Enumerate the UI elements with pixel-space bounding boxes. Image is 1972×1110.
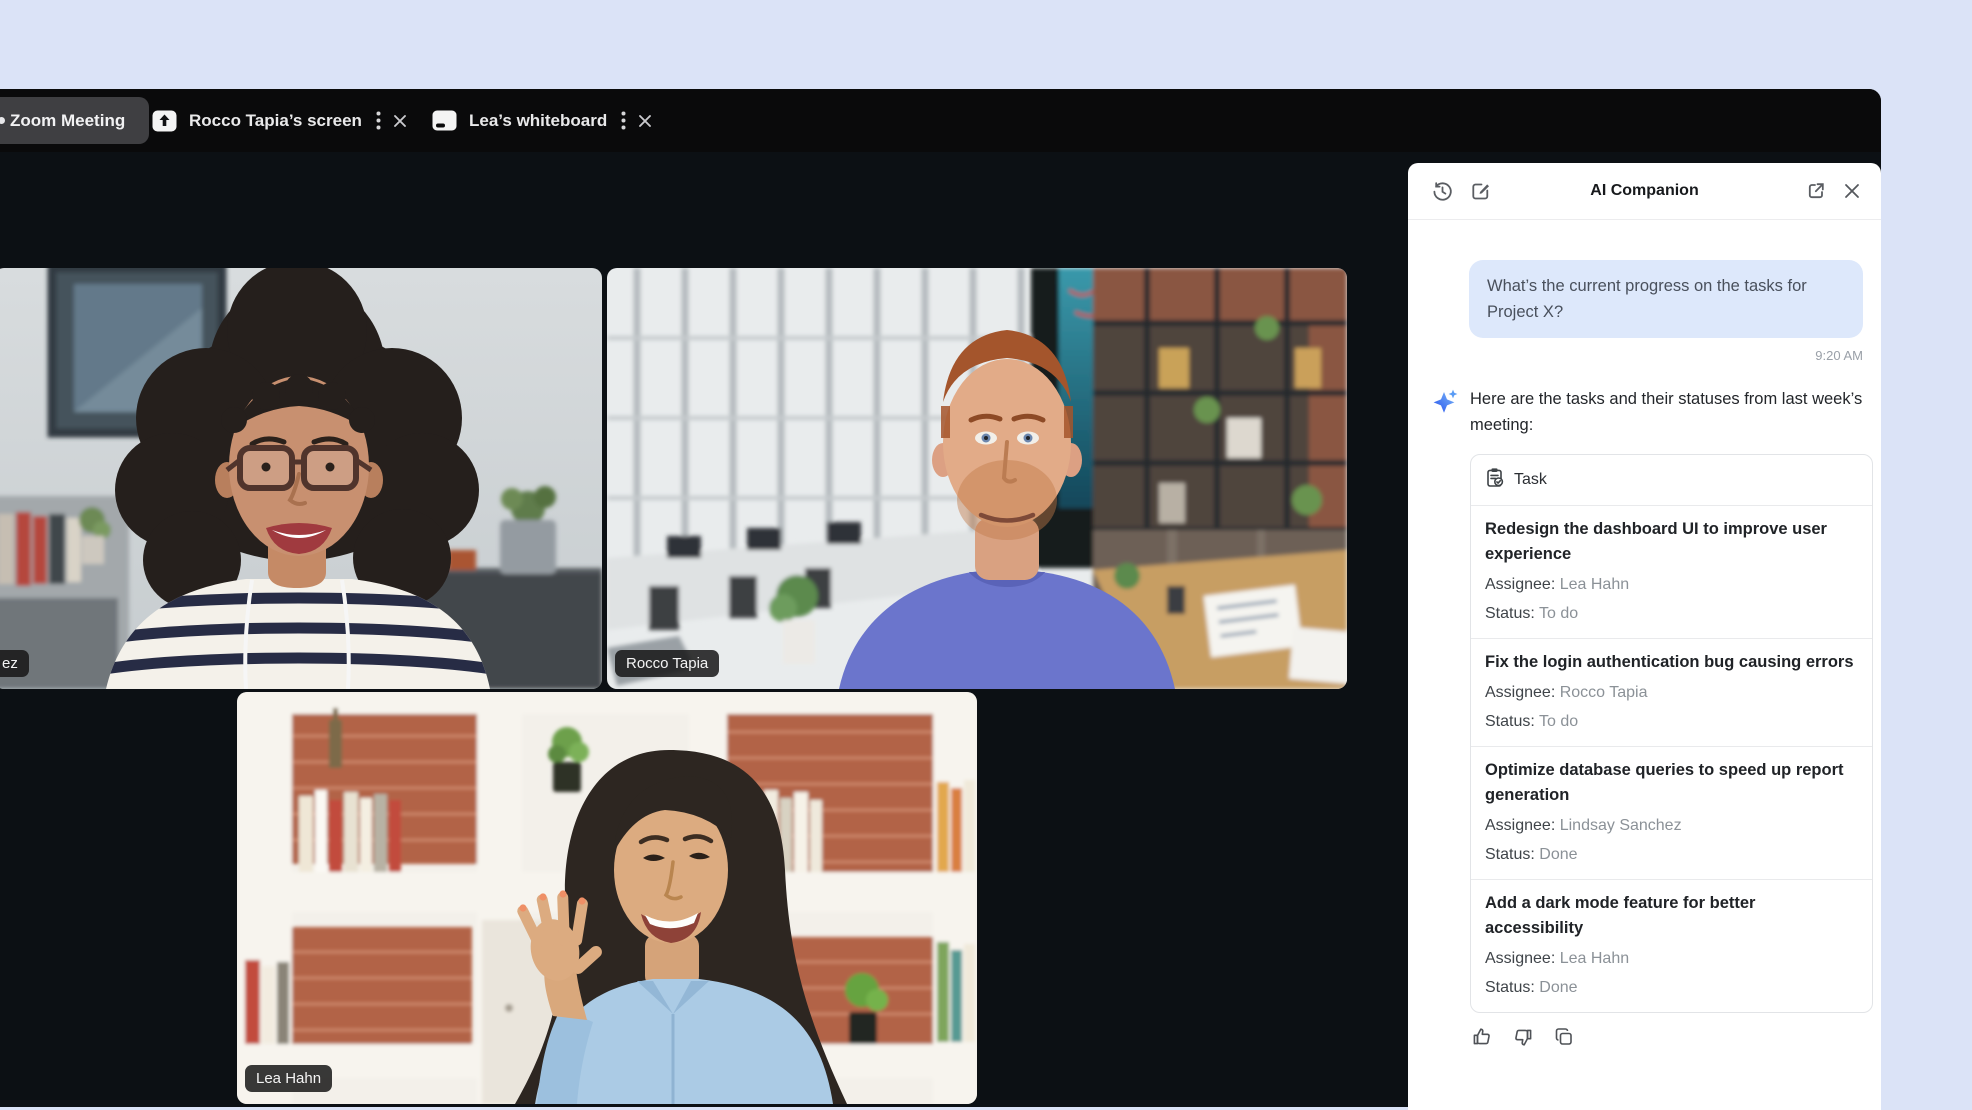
tab-close-icon[interactable] <box>638 114 652 128</box>
tab-close-icon[interactable] <box>393 114 407 128</box>
assignee-value: Lea Hahn <box>1560 576 1629 593</box>
thumbs-down-icon[interactable] <box>1511 1025 1535 1049</box>
ai-companion-sparkle-icon <box>1432 388 1459 1049</box>
task-card-header: Task <box>1471 455 1872 505</box>
task-card: Task Redesign the dashboard UI to improv… <box>1470 454 1873 1013</box>
task-assignee: Assignee: Lindsay Sanchez <box>1485 814 1858 837</box>
screen-share-icon <box>152 110 177 132</box>
video-tile-participant-1[interactable]: ez <box>0 268 602 689</box>
task-row: Fix the login authentication bug causing… <box>1471 638 1872 746</box>
copy-icon[interactable] <box>1552 1025 1576 1049</box>
task-assignee: Assignee: Lea Hahn <box>1485 573 1858 596</box>
history-icon[interactable] <box>1432 181 1453 202</box>
response-feedback-row <box>1470 1025 1873 1049</box>
whiteboard-icon <box>432 110 457 131</box>
video-tile-lea-hahn[interactable]: Lea Hahn <box>237 692 977 1104</box>
video-tile-rocco-tapia[interactable]: Rocco Tapia <box>607 268 1347 689</box>
assignee-label: Assignee: <box>1485 950 1555 967</box>
status-value: Done <box>1539 979 1577 996</box>
participant-name-tag: Rocco Tapia <box>615 650 719 677</box>
assignee-label: Assignee: <box>1485 576 1555 593</box>
task-title: Fix the login authentication bug causing… <box>1485 650 1858 675</box>
rocco-tapia-video <box>607 268 1347 689</box>
tab-rocco-screen[interactable]: Rocco Tapia’s screen <box>152 97 407 144</box>
participant-1-video <box>0 268 602 689</box>
task-assignee: Assignee: Lea Hahn <box>1485 947 1858 970</box>
message-timestamp: 9:20 AM <box>1432 348 1863 363</box>
task-status: Status: Done <box>1485 976 1858 999</box>
assignee-value: Rocco Tapia <box>1560 684 1648 701</box>
tab-rocco-screen-label: Rocco Tapia’s screen <box>189 111 362 131</box>
tab-zoom-meeting[interactable]: Zoom Meeting <box>0 97 149 144</box>
tab-options-icon[interactable] <box>376 111 381 130</box>
ai-response: Here are the tasks and their statuses fr… <box>1432 386 1863 1049</box>
close-panel-icon[interactable] <box>1843 182 1861 200</box>
assignee-value: Lea Hahn <box>1560 950 1629 967</box>
status-label: Status: <box>1485 713 1535 730</box>
assignee-label: Assignee: <box>1485 684 1555 701</box>
status-value: To do <box>1539 713 1578 730</box>
new-chat-icon[interactable] <box>1470 181 1491 202</box>
task-status: Status: Done <box>1485 843 1858 866</box>
task-row: Redesign the dashboard UI to improve use… <box>1471 505 1872 638</box>
clipped-tab-icon <box>0 117 5 124</box>
task-title: Add a dark mode feature for better acces… <box>1485 891 1858 941</box>
assignee-value: Lindsay Sanchez <box>1560 817 1682 834</box>
ai-companion-header: AI Companion <box>1408 163 1881 220</box>
pop-out-icon[interactable] <box>1806 181 1826 201</box>
ai-chat-body: What’s the current progress on the tasks… <box>1408 220 1881 1049</box>
task-row: Optimize database queries to speed up re… <box>1471 746 1872 879</box>
ai-response-text: Here are the tasks and their statuses fr… <box>1470 386 1873 438</box>
task-status: Status: To do <box>1485 710 1858 733</box>
task-title: Optimize database queries to speed up re… <box>1485 758 1858 808</box>
desktop-background: Zoom Meeting Rocco Tapia’s screen Lea’ <box>0 0 1972 1110</box>
task-status: Status: To do <box>1485 602 1858 625</box>
tab-lea-whiteboard-label: Lea’s whiteboard <box>469 111 607 131</box>
ai-companion-panel: AI Companion What’s the current progr <box>1408 163 1881 1110</box>
assignee-label: Assignee: <box>1485 817 1555 834</box>
task-card-header-label: Task <box>1514 471 1547 489</box>
window-tab-bar: Zoom Meeting Rocco Tapia’s screen Lea’ <box>0 89 1881 152</box>
participant-name-tag: ez <box>0 650 29 677</box>
tab-lea-whiteboard[interactable]: Lea’s whiteboard <box>432 97 652 144</box>
status-label: Status: <box>1485 846 1535 863</box>
status-label: Status: <box>1485 605 1535 622</box>
task-title: Redesign the dashboard UI to improve use… <box>1485 517 1858 567</box>
user-message-bubble: What’s the current progress on the tasks… <box>1469 260 1863 338</box>
task-row: Add a dark mode feature for better acces… <box>1471 879 1872 1012</box>
tab-zoom-meeting-label: Zoom Meeting <box>10 111 125 131</box>
status-value: To do <box>1539 605 1578 622</box>
thumbs-up-icon[interactable] <box>1470 1025 1494 1049</box>
status-label: Status: <box>1485 979 1535 996</box>
lea-hahn-video <box>237 692 977 1104</box>
task-assignee: Assignee: Rocco Tapia <box>1485 681 1858 704</box>
tab-options-icon[interactable] <box>621 111 626 130</box>
status-value: Done <box>1539 846 1577 863</box>
task-clipboard-icon <box>1485 467 1505 493</box>
participant-name-tag: Lea Hahn <box>245 1065 332 1092</box>
